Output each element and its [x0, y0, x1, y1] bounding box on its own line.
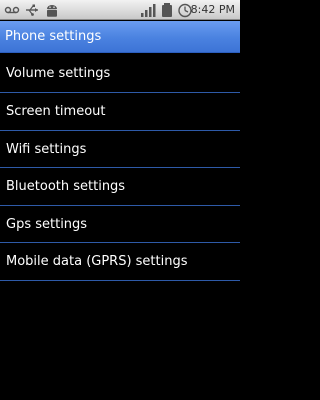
- title-bar: Phone settings: [0, 21, 240, 53]
- list-item-screen-timeout[interactable]: Screen timeout: [0, 93, 240, 131]
- list-item-mobile-data-settings[interactable]: Mobile data (GPRS) settings: [0, 243, 240, 281]
- android-debug-icon: [44, 2, 60, 22]
- status-bar: 8:42 PM: [0, 0, 240, 20]
- signal-icon: [140, 2, 156, 22]
- settings-list: Volume settings Screen timeout Wifi sett…: [0, 54, 240, 281]
- voicemail-icon: [4, 2, 20, 22]
- status-time: 8:42 PM: [190, 3, 235, 16]
- list-item-volume-settings[interactable]: Volume settings: [0, 54, 240, 93]
- battery-icon: [159, 2, 175, 22]
- usb-icon: [24, 2, 40, 22]
- list-item-gps-settings[interactable]: Gps settings: [0, 206, 240, 244]
- list-item-wifi-settings[interactable]: Wifi settings: [0, 131, 240, 169]
- page-title: Phone settings: [5, 29, 102, 44]
- list-item-bluetooth-settings[interactable]: Bluetooth settings: [0, 168, 240, 206]
